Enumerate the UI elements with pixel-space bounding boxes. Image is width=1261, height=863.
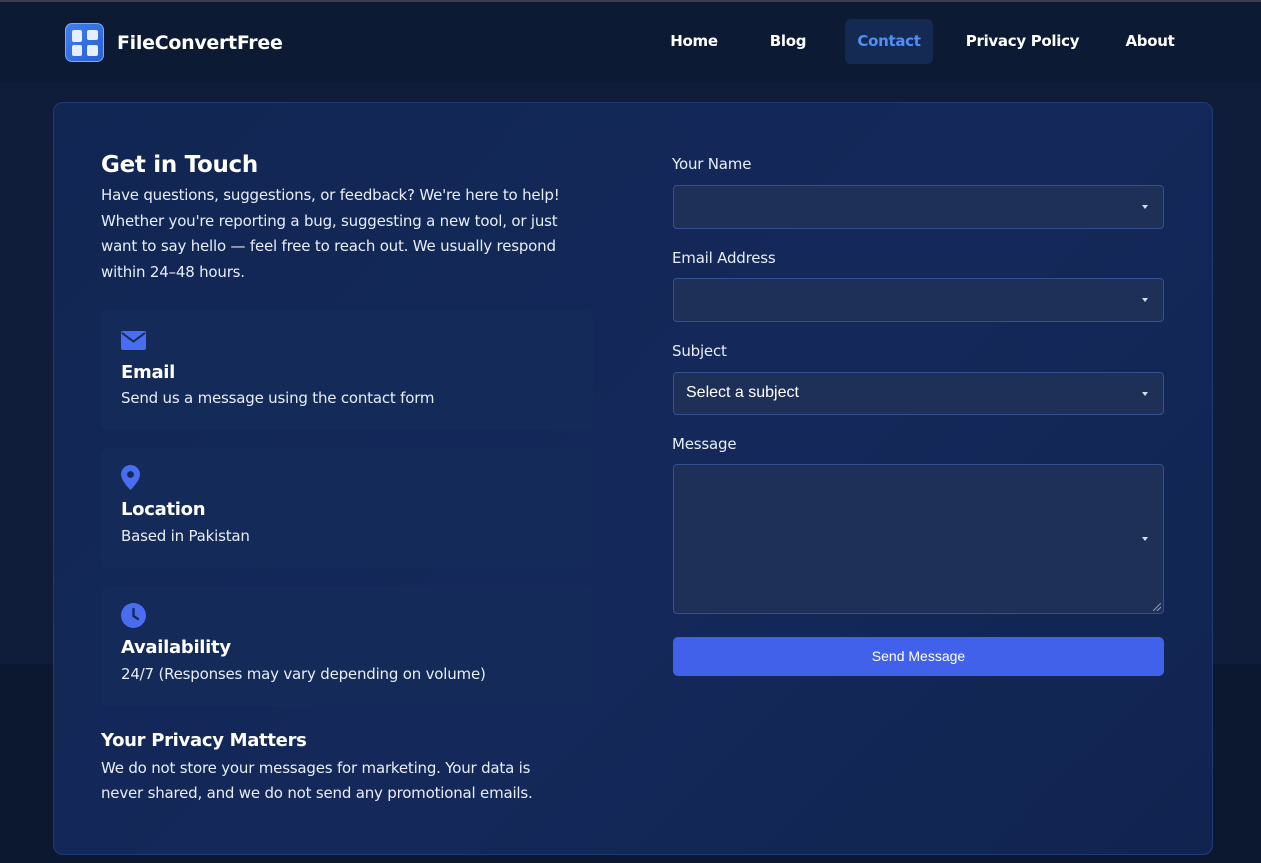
email-field[interactable] xyxy=(673,278,1164,322)
message-textarea[interactable] xyxy=(673,464,1164,614)
subject-label: Subject xyxy=(672,342,727,360)
chevron-down-icon xyxy=(1142,391,1148,396)
nav-link-home[interactable]: Home xyxy=(657,19,731,64)
chevron-down-icon xyxy=(1142,537,1148,541)
contact-heading: Get in Touch xyxy=(101,152,258,178)
brand[interactable]: FileConvertFree xyxy=(65,23,283,62)
send-message-button[interactable]: Send Message xyxy=(673,637,1164,676)
clock-icon xyxy=(121,603,146,632)
email-label: Email Address xyxy=(672,249,776,267)
name-label: Your Name xyxy=(672,155,752,173)
info-card-title: Location xyxy=(121,499,206,520)
map-pin-icon xyxy=(121,465,140,494)
nav-link-blog[interactable]: Blog xyxy=(756,19,820,64)
nav-link-about[interactable]: About xyxy=(1112,19,1188,64)
privacy-text: We do not store your messages for market… xyxy=(101,759,533,802)
name-field[interactable] xyxy=(673,185,1164,229)
envelope-icon xyxy=(121,331,146,354)
contact-intro: Have questions, suggestions, or feedback… xyxy=(101,186,560,281)
info-card-location: Location Based in Pakistan xyxy=(101,448,593,568)
subject-select[interactable]: Select a subject xyxy=(673,372,1164,415)
nav-link-privacy-policy[interactable]: Privacy Policy xyxy=(958,19,1087,64)
info-card-availability: Availability 24/7 (Responses may vary de… xyxy=(101,586,593,706)
info-card-title: Email xyxy=(121,362,176,383)
resize-handle[interactable] xyxy=(1153,603,1161,611)
info-card-email: Email Send us a message using the contac… xyxy=(101,310,593,430)
subject-selected-value: Select a subject xyxy=(686,384,799,401)
privacy-heading: Your Privacy Matters xyxy=(101,730,307,751)
info-card-description: Send us a message using the contact form xyxy=(121,389,435,407)
info-card-description: Based in Pakistan xyxy=(121,527,250,545)
nav-link-contact[interactable]: Contact xyxy=(845,19,933,64)
chevron-down-icon xyxy=(1142,298,1148,302)
info-card-title: Availability xyxy=(121,637,231,658)
message-label: Message xyxy=(672,435,737,453)
file-convert-logo-icon xyxy=(65,23,104,62)
info-card-description: 24/7 (Responses may vary depending on vo… xyxy=(121,665,486,683)
navbar: FileConvertFree Home Blog Contact Privac… xyxy=(0,2,1261,82)
chevron-down-icon xyxy=(1142,205,1148,209)
brand-name: FileConvertFree xyxy=(117,31,283,54)
